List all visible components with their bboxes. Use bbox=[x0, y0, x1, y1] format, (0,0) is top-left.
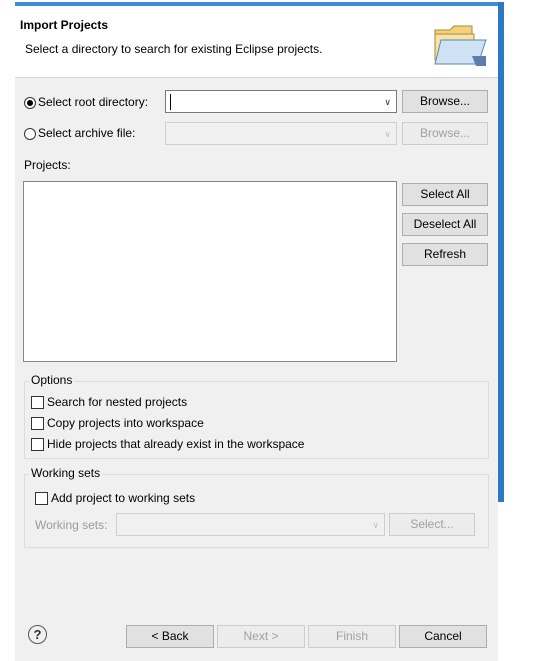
page-subtitle: Select a directory to search for existin… bbox=[25, 42, 323, 56]
projects-label: Projects: bbox=[24, 158, 71, 172]
next-button[interactable]: Next > bbox=[217, 625, 305, 648]
root-directory-radio[interactable] bbox=[24, 97, 36, 109]
refresh-button[interactable]: Refresh bbox=[402, 243, 488, 266]
archive-file-combo[interactable]: ∨ bbox=[165, 122, 397, 145]
chevron-down-icon[interactable]: ∨ bbox=[384, 129, 391, 140]
page-title: Import Projects bbox=[20, 18, 109, 32]
wizard-header: Import Projects Select a directory to se… bbox=[15, 6, 498, 78]
browse-archive-button[interactable]: Browse... bbox=[402, 122, 488, 145]
archive-file-label[interactable]: Select archive file: bbox=[38, 126, 135, 140]
working-sets-label: Working sets: bbox=[35, 518, 108, 532]
search-nested-checkbox[interactable] bbox=[31, 396, 44, 409]
chevron-down-icon[interactable]: ∨ bbox=[372, 520, 379, 531]
add-to-working-sets-checkbox[interactable] bbox=[35, 492, 48, 505]
hide-existing-label[interactable]: Hide projects that already exist in the … bbox=[47, 437, 304, 451]
select-working-sets-button[interactable]: Select... bbox=[389, 513, 475, 536]
copy-projects-label[interactable]: Copy projects into workspace bbox=[47, 416, 204, 430]
add-to-working-sets-label[interactable]: Add project to working sets bbox=[51, 491, 195, 505]
hide-existing-checkbox[interactable] bbox=[31, 438, 44, 451]
options-group-title: Options bbox=[29, 373, 75, 387]
root-directory-label[interactable]: Select root directory: bbox=[38, 95, 148, 109]
select-all-button[interactable]: Select All bbox=[402, 183, 488, 206]
accent-side-bar bbox=[498, 2, 504, 502]
working-sets-group bbox=[24, 474, 489, 548]
copy-projects-checkbox[interactable] bbox=[31, 417, 44, 430]
folder-open-icon bbox=[432, 20, 488, 73]
deselect-all-button[interactable]: Deselect All bbox=[402, 213, 488, 236]
finish-button[interactable]: Finish bbox=[308, 625, 396, 648]
help-icon[interactable]: ? bbox=[28, 625, 47, 644]
working-sets-group-title: Working sets bbox=[29, 466, 103, 480]
browse-directory-button[interactable]: Browse... bbox=[402, 90, 488, 113]
text-cursor bbox=[170, 94, 171, 110]
archive-file-radio[interactable] bbox=[24, 128, 36, 140]
root-directory-combo[interactable]: ∨ bbox=[165, 90, 397, 113]
search-nested-label[interactable]: Search for nested projects bbox=[47, 395, 187, 409]
working-sets-combo[interactable]: ∨ bbox=[116, 513, 385, 536]
back-button[interactable]: < Back bbox=[126, 625, 214, 648]
cancel-button[interactable]: Cancel bbox=[399, 625, 487, 648]
chevron-down-icon[interactable]: ∨ bbox=[384, 97, 391, 108]
projects-list[interactable] bbox=[23, 181, 397, 362]
